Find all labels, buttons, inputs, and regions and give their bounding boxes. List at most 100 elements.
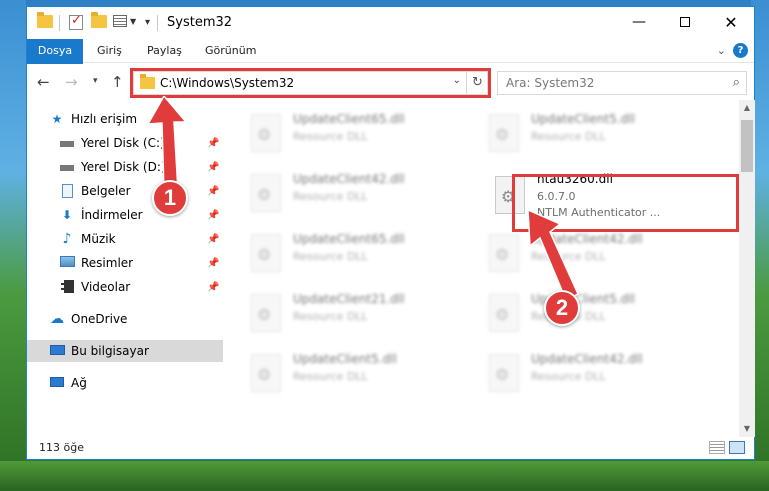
large-icons-view-icon[interactable] [729,441,745,454]
file-type: Resource DLL [293,250,368,263]
sidebar-item-label: Müzik [81,232,116,246]
pin-icon[interactable]: 📌 [207,210,219,221]
file-item[interactable]: UpdateClient42.dll Resource DLL [483,348,713,404]
annotation-badge-1: 1 [152,180,188,216]
file-type: Resource DLL [293,310,368,323]
forward-arrow-icon[interactable]: → [65,73,78,91]
computer-icon [49,344,65,358]
qa-toolbar-dropdown-icon[interactable]: ▾ [145,17,150,28]
dll-file-icon [489,294,519,332]
file-item[interactable]: UpdateClient42.dll Resource DLL [245,168,475,224]
scroll-up-icon[interactable]: ▲ [739,100,755,116]
file-item[interactable]: UpdateClient65.dll Resource DLL [245,108,475,164]
search-icon: ⌕ [732,75,740,90]
minimize-button[interactable]: — [616,7,662,37]
pictures-icon [59,256,75,270]
sidebar-item-this-pc[interactable]: Bu bilgisayar [27,340,223,362]
file-item[interactable]: UpdateClient5.dll Resource DLL [483,108,713,164]
close-button[interactable]: ✕ [708,7,754,37]
details-view-icon[interactable] [709,441,725,454]
help-icon[interactable]: ? [733,43,748,58]
file-list: UpdateClient65.dll Resource DLL UpdateCl… [223,100,739,437]
dll-file-icon [251,114,281,152]
sidebar-item-label: Resimler [81,256,134,270]
sidebar-item-pictures[interactable]: Resimler 📌 [27,252,223,274]
status-bar: 113 öğe [27,437,754,459]
sidebar-item-label: Belgeler [81,184,131,198]
pin-icon[interactable]: 📌 [207,234,219,245]
navigation-bar: ← → ▾ ↑ C:\Windows\System32 ⌄ ↻ Ara: Sys… [27,64,754,100]
documents-icon [59,184,75,198]
sidebar-item-videos[interactable]: Videolar 📌 [27,276,223,298]
minimize-icon: — [632,14,646,30]
file-type: Resource DLL [293,370,368,383]
tab-view[interactable]: Görünüm [195,39,266,63]
annotation-badge-2: 2 [544,290,580,326]
file-item[interactable]: UpdateClient65.dll Resource DLL [245,228,475,284]
vertical-scrollbar[interactable]: ▲ ▼ [739,100,755,437]
new-folder-icon[interactable] [91,12,107,28]
tab-share[interactable]: Paylaş [137,39,192,63]
sidebar-item-label: Hızlı erişim [71,112,138,126]
pin-icon[interactable]: 📌 [207,186,219,197]
file-type: Resource DLL [531,130,606,143]
desktop-background-left [0,0,26,491]
up-arrow-icon[interactable]: ↑ [111,73,124,91]
properties-check-icon[interactable] [69,13,83,30]
pin-icon[interactable]: 📌 [207,138,219,149]
back-arrow-icon[interactable]: ← [37,73,50,91]
title-bar: ▼ ▾ System32 — ✕ [27,7,754,39]
file-item[interactable]: UpdateClient21.dll Resource DLL [245,288,475,344]
ribbon-expand-icon[interactable]: ⌄ [717,44,726,57]
qa-dropdown-icon[interactable]: ▼ [130,17,136,26]
recent-dropdown-icon[interactable]: ▾ [93,76,98,86]
pin-icon[interactable]: 📌 [207,282,219,293]
tab-home[interactable]: Giriş [87,39,132,63]
title-separator [157,15,158,31]
item-count: 113 öğe [39,441,84,454]
customize-icon[interactable] [113,15,127,27]
sidebar-item-label: OneDrive [71,312,128,326]
close-icon: ✕ [724,12,738,32]
scroll-down-icon[interactable]: ▼ [739,421,755,437]
dll-file-icon [251,174,281,212]
sidebar-item-label: Ağ [71,376,87,390]
sidebar-item-music[interactable]: ♪ Müzik 📌 [27,228,223,250]
file-type: Resource DLL [293,190,368,203]
search-placeholder: Ara: System32 [506,76,595,90]
file-name: UpdateClient5.dll [531,112,635,126]
window-title: System32 [167,15,233,30]
file-name: UpdateClient5.dll [293,352,397,366]
videos-icon [59,280,75,294]
pin-icon[interactable]: 📌 [207,258,219,269]
dll-file-icon [489,354,519,392]
pin-icon[interactable]: 📌 [207,162,219,173]
sidebar-item-label: İndirmeler [81,208,143,222]
qa-separator [59,15,60,31]
search-input[interactable]: Ara: System32 ⌕ [497,71,747,95]
maximize-button[interactable] [662,7,708,37]
dll-file-icon [251,354,281,392]
dll-file-icon [489,234,519,272]
music-icon: ♪ [62,231,72,247]
drive-icon [59,136,75,150]
quick-access-folder-icon[interactable] [37,12,53,28]
sidebar-item-onedrive[interactable]: ☁ OneDrive [27,308,223,330]
scroll-thumb[interactable] [741,120,753,172]
dll-file-icon [251,234,281,272]
address-highlight-box [130,68,491,98]
desktop-background-bottom [0,461,769,491]
file-type: Resource DLL [293,130,368,143]
drive-icon [59,160,75,174]
file-type: Resource DLL [531,370,606,383]
file-item[interactable]: UpdateClient5.dll Resource DLL [245,348,475,404]
sidebar-item-network[interactable]: Ağ [27,372,223,394]
file-name: UpdateClient42.dll [531,352,643,366]
sidebar-item-downloads[interactable]: ⬇ İndirmeler 📌 [27,204,223,226]
star-icon: ★ [51,112,63,126]
sidebar-item-label: Videolar [81,280,131,294]
dll-file-icon [251,294,281,332]
file-name: UpdateClient65.dll [293,232,405,246]
ribbon-tabs: Dosya Giriş Paylaş Görünüm ⌄ ? [27,39,754,95]
maximize-icon [680,17,690,27]
